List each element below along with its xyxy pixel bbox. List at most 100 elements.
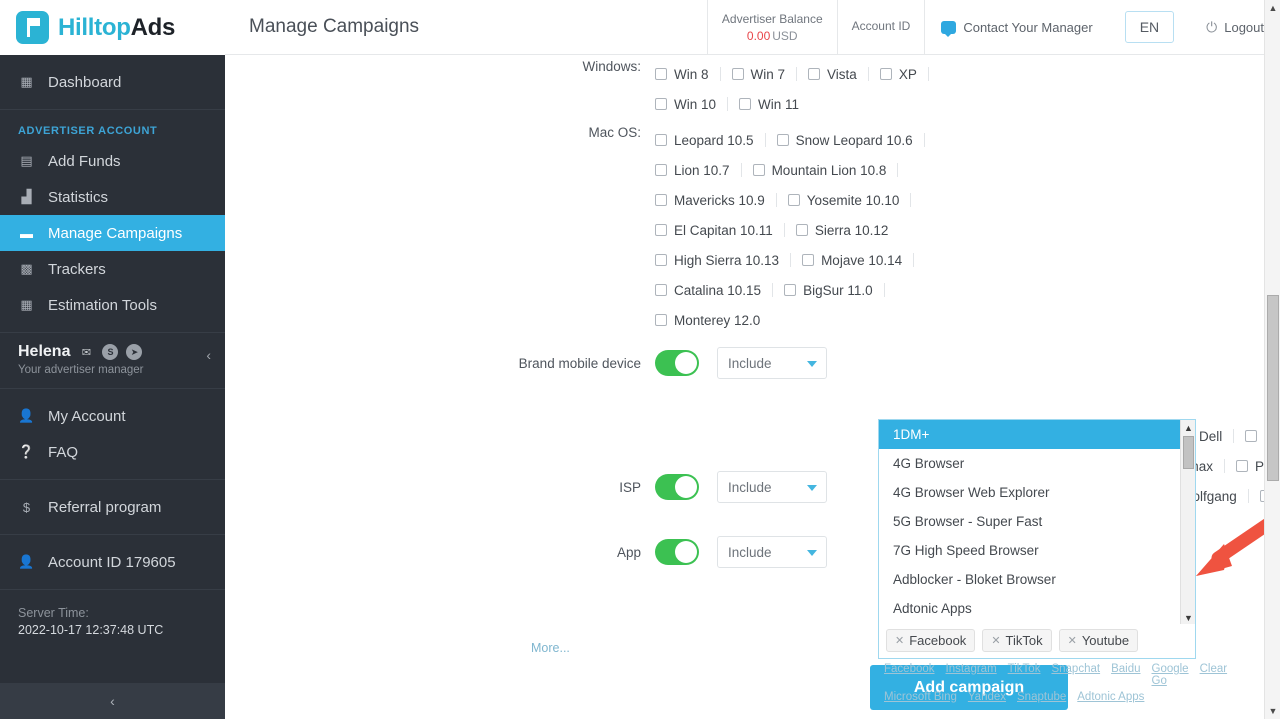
- close-icon[interactable]: ✕: [1068, 634, 1077, 647]
- dropdown-option-5g-browser-super-fast[interactable]: 5G Browser - Super Fast: [879, 507, 1195, 536]
- page-scroll-up-arrow[interactable]: ▲: [1265, 0, 1280, 16]
- checkbox-box[interactable]: [752, 164, 765, 176]
- envelope-icon[interactable]: ✉: [78, 344, 94, 360]
- checkbox-bigsur-11-0[interactable]: BigSur 11.0: [784, 275, 884, 305]
- dropdown-option-4g-browser-web-explorer[interactable]: 4G Browser Web Explorer: [879, 478, 1195, 507]
- checkbox-monterey-12-0[interactable]: Monterey 12.0: [655, 305, 771, 335]
- dropdown-option-adblocker-bloket-browser[interactable]: Adblocker - Bloket Browser: [879, 565, 1195, 594]
- sidebar-footer-collapse-button[interactable]: ‹: [0, 683, 225, 719]
- sidebar-item-faq[interactable]: ❔ FAQ: [0, 434, 225, 470]
- checkbox-box[interactable]: [655, 164, 667, 176]
- checkbox-box[interactable]: [776, 134, 789, 146]
- checkbox-el-capitan-10-11[interactable]: El Capitan 10.11: [655, 215, 784, 245]
- checkbox-win-10[interactable]: Win 10: [655, 89, 727, 119]
- checkbox-lion-10-7[interactable]: Lion 10.7: [655, 155, 741, 185]
- dropdown-scroll-down-arrow[interactable]: ▼: [1181, 610, 1195, 624]
- sidebar-item-trackers[interactable]: ▩ Trackers: [0, 251, 225, 287]
- quick-link-snapchat[interactable]: Snapchat: [1051, 663, 1100, 675]
- dropdown-scrollbar-thumb[interactable]: [1183, 436, 1194, 469]
- manager-name: Helena: [18, 343, 71, 360]
- more-link[interactable]: More...: [531, 641, 570, 655]
- sidebar-item-statistics[interactable]: ▟ Statistics: [0, 179, 225, 215]
- isp-toggle[interactable]: [655, 474, 699, 500]
- checkbox-box[interactable]: [784, 284, 797, 296]
- checkbox-sierra-10-12[interactable]: Sierra 10.12: [795, 215, 900, 245]
- checkbox-box[interactable]: [655, 98, 667, 110]
- checkbox-catalina-10-15[interactable]: Catalina 10.15: [655, 275, 772, 305]
- dropdown-scrollbar[interactable]: ▲ ▼: [1180, 420, 1195, 624]
- app-mode-select[interactable]: Include: [717, 536, 827, 568]
- sidebar-item-referral-program[interactable]: $ Referral program: [0, 489, 225, 525]
- dropdown-option-7g-high-speed-browser[interactable]: 7G High Speed Browser: [879, 536, 1195, 565]
- close-icon[interactable]: ✕: [895, 634, 904, 647]
- quick-link-adtonic-apps[interactable]: Adtonic Apps: [1077, 691, 1144, 703]
- checkbox-box[interactable]: [802, 254, 815, 266]
- tag-youtube[interactable]: ✕ Youtube: [1058, 629, 1139, 652]
- sidebar-collapse-chevron-icon[interactable]: ‹: [206, 347, 211, 363]
- checkbox-box[interactable]: [1236, 460, 1249, 472]
- checkbox-snow-leopard-10-6[interactable]: Snow Leopard 10.6: [776, 125, 924, 155]
- close-icon[interactable]: ✕: [991, 634, 1000, 647]
- checkbox-win-7[interactable]: Win 7: [731, 59, 797, 89]
- dropdown-scroll-up-arrow[interactable]: ▲: [1181, 420, 1195, 435]
- checkbox-box[interactable]: [655, 68, 667, 80]
- checkbox-box[interactable]: [655, 284, 667, 296]
- quick-link-snaptube[interactable]: Snaptube: [1017, 691, 1066, 703]
- contact-manager-button[interactable]: Contact Your Manager: [924, 0, 1108, 54]
- quick-link-tiktok[interactable]: TikTok: [1008, 663, 1041, 675]
- sidebar-item-add-funds[interactable]: ▤ Add Funds: [0, 143, 225, 179]
- dropdown-option-4g-browser[interactable]: 4G Browser: [879, 449, 1195, 478]
- page-scroll-down-arrow[interactable]: ▼: [1265, 703, 1280, 719]
- language-selector[interactable]: EN: [1124, 11, 1175, 43]
- checkbox-box[interactable]: [808, 68, 821, 80]
- quick-link-clear[interactable]: Clear: [1200, 663, 1227, 675]
- quick-link-baidu[interactable]: Baidu: [1111, 663, 1140, 675]
- dollar-icon: $: [22, 499, 31, 515]
- tag-facebook[interactable]: ✕ Facebook: [886, 629, 976, 652]
- app-toggle[interactable]: [655, 539, 699, 565]
- sidebar-item-estimation-tools[interactable]: ▦ Estimation Tools: [0, 287, 225, 323]
- dropdown-option-1dm-plus[interactable]: 1DM+: [879, 420, 1195, 449]
- checkbox-win-11[interactable]: Win 11: [739, 89, 810, 119]
- quick-link-facebook[interactable]: Facebook: [884, 663, 935, 675]
- isp-mode-select[interactable]: Include: [717, 471, 827, 503]
- checkbox-mountain-lion-10-8[interactable]: Mountain Lion 10.8: [752, 155, 898, 185]
- telegram-icon[interactable]: ➤: [126, 344, 143, 360]
- checkbox-box[interactable]: [879, 68, 892, 80]
- quick-link-instagram[interactable]: Instagram: [946, 663, 997, 675]
- checkbox-box[interactable]: [739, 98, 752, 110]
- tag-tiktok[interactable]: ✕ TikTok: [982, 629, 1052, 652]
- checkbox-leopard-10-5[interactable]: Leopard 10.5: [655, 125, 765, 155]
- checkbox-vista[interactable]: Vista: [808, 59, 868, 89]
- sidebar-item-dashboard[interactable]: ▦ Dashboard: [0, 64, 225, 100]
- skype-icon[interactable]: S: [102, 344, 119, 360]
- checkbox-win-8[interactable]: Win 8: [655, 59, 720, 89]
- checkbox-box[interactable]: [655, 134, 667, 146]
- brand-logo[interactable]: HilltopAds: [0, 0, 225, 55]
- sidebar-item-account-id[interactable]: 👤 Account ID 179605: [0, 544, 225, 580]
- checkbox-box[interactable]: [655, 314, 667, 326]
- checkbox-high-sierra-10-13[interactable]: High Sierra 10.13: [655, 245, 790, 275]
- brand-mobile-device-toggle[interactable]: [655, 350, 699, 376]
- quick-link-google-go[interactable]: Google Go: [1152, 663, 1189, 687]
- checkbox-box[interactable]: [795, 224, 808, 236]
- checkbox-box[interactable]: [655, 224, 667, 236]
- checkbox-box[interactable]: [1245, 430, 1258, 442]
- checkbox-box[interactable]: [787, 194, 800, 206]
- sidebar-item-manage-campaigns[interactable]: ▬ Manage Campaigns: [0, 215, 225, 251]
- checkbox-xp[interactable]: XP: [879, 59, 928, 89]
- page-scrollbar-thumb[interactable]: [1267, 295, 1279, 481]
- checkbox-mavericks-10-9[interactable]: Mavericks 10.9: [655, 185, 776, 215]
- dropdown-option-adtonic-apps[interactable]: Adtonic Apps: [879, 594, 1195, 623]
- checkbox-box[interactable]: [655, 254, 667, 266]
- sidebar-item-my-account[interactable]: 👤 My Account: [0, 398, 225, 434]
- page-scrollbar[interactable]: ▲ ▼: [1264, 0, 1280, 719]
- checkbox-box[interactable]: [655, 194, 667, 206]
- brand-mobile-device-mode-select[interactable]: Include: [717, 347, 827, 379]
- checkbox-box[interactable]: [731, 68, 744, 80]
- checkbox-mojave-10-14[interactable]: Mojave 10.14: [802, 245, 913, 275]
- quick-link-microsoft-bing[interactable]: Microsoft Bing: [884, 691, 957, 703]
- dropdown-option-list[interactable]: 1DM+ 4G Browser 4G Browser Web Explorer …: [878, 419, 1196, 624]
- checkbox-yosemite-10-10[interactable]: Yosemite 10.10: [787, 185, 911, 215]
- quick-link-yandex[interactable]: Yandex: [968, 691, 1006, 703]
